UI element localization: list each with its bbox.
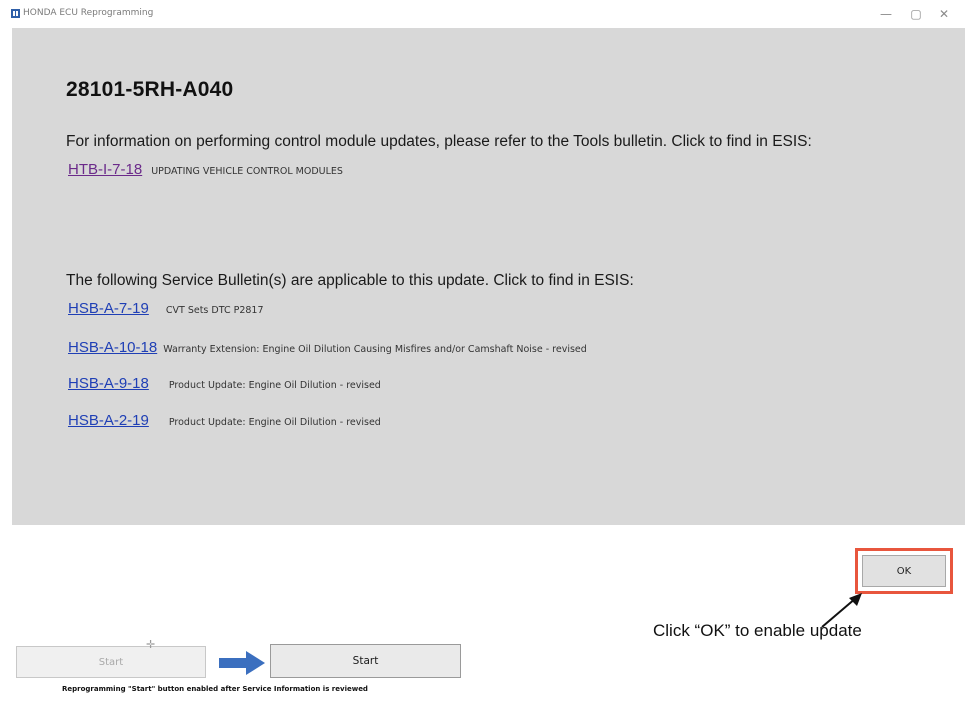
screenshot-page: HONDA ECU Reprogramming — ▢ ✕ 28101-5RH-… [0,0,965,721]
service-bulletin-description: Warranty Extension: Engine Oil Dilution … [163,344,587,355]
window-titlebar: HONDA ECU Reprogramming — ▢ ✕ [0,0,965,28]
service-bulletin-row: HSB-A-2-19 Product Update: Engine Oil Di… [68,412,381,429]
tools-bulletin-description: UPDATING VEHICLE CONTROL MODULES [151,166,343,177]
right-arrow-icon [219,651,265,675]
service-bulletin-link[interactable]: HSB-A-9-18 [68,375,149,392]
service-bulletin-link[interactable]: HSB-A-2-19 [68,412,149,429]
service-bulletin-row: HSB-A-10-18 Warranty Extension: Engine O… [68,339,587,356]
service-bulletin-description: Product Update: Engine Oil Dilution - re… [168,417,381,428]
cursor-crosshair-icon: ✛ [146,638,156,651]
app-logo-icon [11,9,20,18]
service-bulletin-link[interactable]: HSB-A-7-19 [68,300,149,317]
service-bulletin-link[interactable]: HSB-A-10-18 [68,339,157,356]
start-caption: Reprogramming "Start" button enabled aft… [62,685,368,693]
tools-bulletin-row: HTB-I-7-18 UPDATING VEHICLE CONTROL MODU… [68,161,343,178]
start-button-disabled: Start [16,646,206,678]
window-title: HONDA ECU Reprogramming [23,8,154,18]
ok-callout-text: Click “OK” to enable update [653,621,862,640]
service-bulletin-row: HSB-A-7-19 CVT Sets DTC P2817 [68,300,264,317]
tools-bulletin-instructions: For information on performing control mo… [66,133,812,150]
service-bulletin-instructions: The following Service Bulletin(s) are ap… [66,272,634,289]
minimize-icon[interactable]: — [874,4,898,24]
service-bulletin-description: Product Update: Engine Oil Dilution - re… [168,380,381,391]
service-bulletin-description: CVT Sets DTC P2817 [165,305,264,316]
tools-bulletin-link[interactable]: HTB-I-7-18 [68,161,142,178]
maximize-icon[interactable]: ▢ [904,4,928,24]
service-info-panel: 28101-5RH-A040 For information on perfor… [12,28,965,525]
ok-button[interactable]: OK [862,555,946,587]
part-number-heading: 28101-5RH-A040 [66,78,234,101]
close-icon[interactable]: ✕ [932,4,956,24]
service-bulletin-row: HSB-A-9-18 Product Update: Engine Oil Di… [68,375,381,392]
start-button-enabled[interactable]: Start [270,644,461,678]
